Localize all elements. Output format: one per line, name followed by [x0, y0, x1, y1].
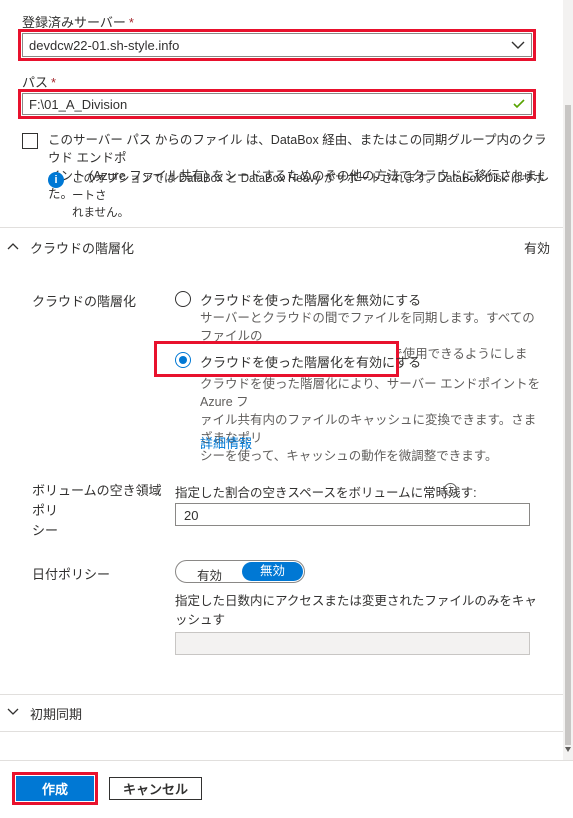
cancel-button[interactable]: キャンセル — [109, 777, 202, 800]
volume-policy-hint-text: 指定した割合の空きスペースをボリュームに常時残す: — [175, 486, 477, 500]
scrollbar-track[interactable] — [563, 0, 573, 760]
volume-policy-value: 20 — [184, 508, 199, 523]
date-policy-label: 日付ポリシー — [32, 567, 111, 582]
divider — [0, 694, 563, 695]
toggle-off-label: 無効 — [259, 564, 285, 578]
option-disable-label[interactable]: クラウドを使った階層化を無効にする — [200, 290, 421, 309]
checkmark-icon — [513, 99, 525, 109]
option-enable-label[interactable]: クラウドを使った階層化を有効にする — [200, 352, 421, 371]
volume-policy-label: ボリュームの空き領域ポリ シー — [32, 481, 172, 541]
volume-policy-input[interactable]: 20 — [175, 503, 530, 526]
section-title: 初期同期 — [30, 707, 83, 722]
radio-disable-tiering[interactable] — [175, 291, 191, 307]
info-note-line1: このオプションでは DataBox と DataBox Heavy がサポートさ… — [72, 173, 545, 202]
seeded-checkbox[interactable] — [22, 133, 38, 149]
cloud-tiering-section-header[interactable]: クラウドの階層化 有効 — [0, 233, 563, 259]
cloud-tiering-label: クラウドの階層化 — [32, 294, 137, 309]
server-select-value: devdcw22-01.sh-style.info — [29, 38, 180, 53]
footer-divider — [0, 760, 573, 761]
create-button[interactable]: 作成 — [16, 776, 94, 801]
divider — [0, 731, 563, 732]
chevron-down-icon — [511, 41, 525, 49]
section-status: 有効 — [523, 241, 550, 256]
scrollbar-thumb[interactable] — [565, 105, 571, 745]
volume-policy-label-line2: シー — [32, 523, 59, 538]
date-policy-toggle[interactable]: 有効 無効 — [175, 560, 305, 583]
info-tooltip-icon[interactable]: i — [444, 483, 457, 496]
info-icon: i — [48, 172, 64, 188]
info-note: このオプションでは DataBox と DataBox Heavy がサポートさ… — [72, 171, 552, 222]
section-title: クラウドの階層化 — [30, 241, 135, 256]
radio-enable-tiering[interactable] — [175, 352, 191, 368]
option-enable-desc-line: クラウドを使った階層化により、サーバー エンドポイントを Azure フ — [200, 377, 541, 409]
volume-policy-label-line1: ボリュームの空き領域ポリ — [32, 483, 162, 518]
divider — [0, 227, 563, 228]
more-info-link[interactable]: 詳細情報 — [200, 433, 252, 452]
info-note-line2: れません。 — [72, 207, 130, 219]
date-policy-input — [175, 632, 530, 655]
cancel-button-label: キャンセル — [122, 782, 188, 797]
initial-sync-section-header[interactable]: 初期同期 — [0, 700, 563, 726]
create-button-label: 作成 — [41, 782, 68, 797]
scroll-down-arrow-icon[interactable] — [565, 747, 571, 752]
volume-policy-hint: 指定した割合の空きスペースをボリュームに常時残す: — [175, 482, 477, 501]
chevron-down-icon — [7, 708, 19, 715]
chevron-up-icon — [7, 243, 19, 250]
date-policy-hint-line1: 指定した日数内にアクセスまたは変更されたファイルのみをキャッシュす — [175, 594, 537, 627]
toggle-off-option[interactable]: 無効 — [242, 562, 303, 581]
path-input[interactable]: F:\01_A_Division — [22, 93, 532, 115]
server-select[interactable]: devdcw22-01.sh-style.info — [22, 33, 532, 57]
path-input-value: F:\01_A_Division — [29, 97, 128, 112]
toggle-on-option[interactable]: 有効 — [197, 565, 222, 584]
seeded-label-line1: このサーバー パス からのファイル は、DataBox 経由、またはこの同期グル… — [48, 133, 547, 165]
option-disable-desc-line: サーバーとクラウドの間でファイルを同期します。すべてのファイルの — [200, 311, 535, 343]
